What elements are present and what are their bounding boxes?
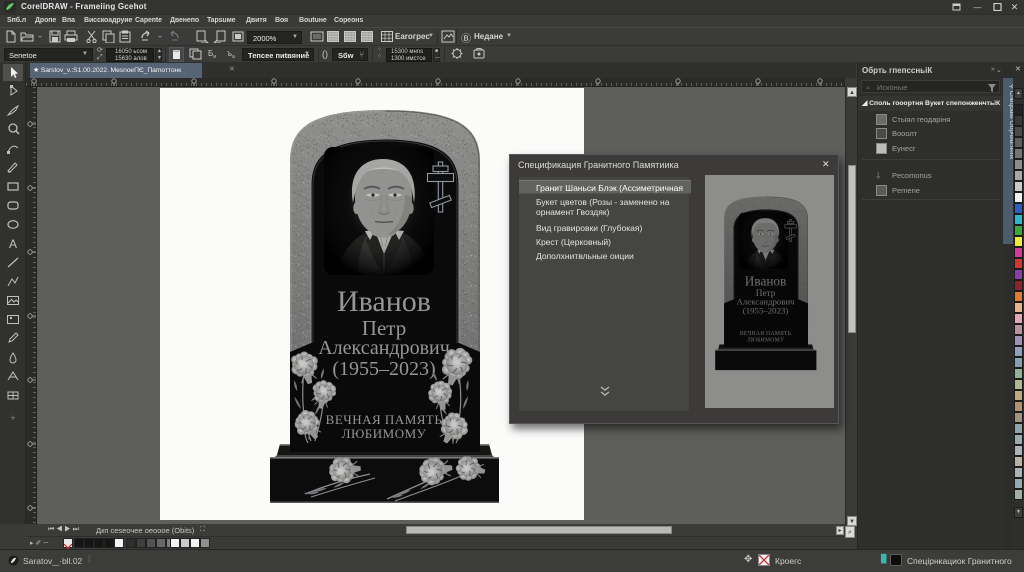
svg-text:A: A — [9, 237, 17, 251]
svg-text:Би: Би — [208, 49, 216, 60]
svg-text:ъа: ъа — [227, 49, 235, 60]
